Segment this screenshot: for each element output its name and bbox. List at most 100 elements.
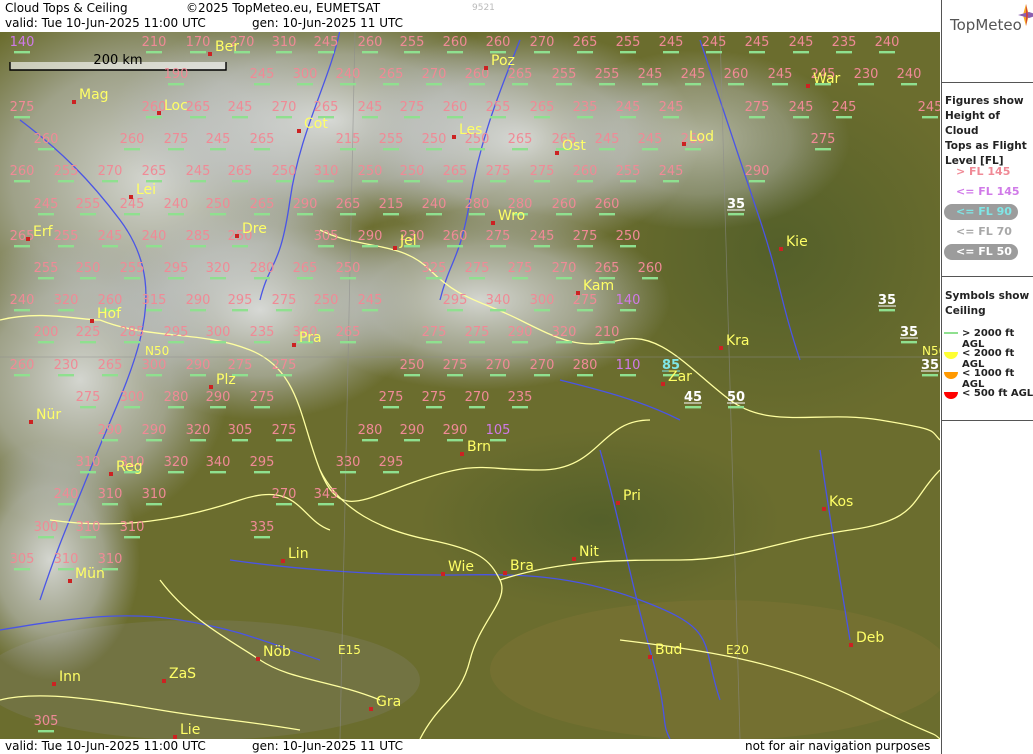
ceiling-symbol xyxy=(318,245,334,248)
ceiling-symbol xyxy=(340,471,356,474)
cloud-top-value: 240 xyxy=(336,67,361,82)
topmeteo-logo[interactable]: TopMeteo xyxy=(944,2,1033,34)
cloud-top-value: 275 xyxy=(228,358,253,373)
cloud-top-value: 320 xyxy=(54,293,79,308)
cloud-top-value: 260 xyxy=(486,35,511,50)
copyright: ©2025 TopMeteo.eu, EUMETSAT xyxy=(186,1,381,15)
cloud-top-value: 235 xyxy=(250,325,275,340)
cloud-top-value: 280 xyxy=(164,390,189,405)
ceiling-symbol xyxy=(38,277,54,280)
city-label: Les xyxy=(459,122,482,138)
ceiling-symbol xyxy=(362,309,378,312)
ceiling-symbol xyxy=(58,309,74,312)
gen-time: gen: 10-Jun-2025 11 UTC xyxy=(252,16,404,30)
cloud-top-value: 295 xyxy=(164,325,189,340)
ceiling-symbol xyxy=(469,277,485,280)
city-dot xyxy=(849,643,853,647)
ceiling-symbol xyxy=(447,309,463,312)
cloud-top-value: 260 xyxy=(573,164,598,179)
cloud-top-value: 245 xyxy=(638,132,663,147)
city-label: Nöb xyxy=(263,644,291,660)
ceiling-symbol xyxy=(14,51,30,54)
cloud-top-value: 290 xyxy=(186,358,211,373)
ceiling-symbol xyxy=(490,245,506,248)
cloud-top-value: 240 xyxy=(10,293,35,308)
graticule-label: N50 xyxy=(145,344,169,358)
ceiling-symbol xyxy=(685,83,701,86)
cloud-top-value: 240 xyxy=(422,197,447,212)
cloud-top-value: 280 xyxy=(573,358,598,373)
city-dot xyxy=(369,707,373,711)
cloud-top-value: 240 xyxy=(897,67,922,82)
ceiling-legend-item: < 2000 ft AGL xyxy=(962,348,1015,370)
ceiling-symbol xyxy=(38,341,54,344)
ceiling-symbol xyxy=(620,309,636,312)
cloud-top-value: 290 xyxy=(98,423,123,438)
cloud-top-value: 310 xyxy=(314,164,339,179)
ceiling-swatch xyxy=(944,372,958,379)
ceiling-symbol xyxy=(168,83,184,86)
cloud-top-value: 245 xyxy=(34,197,59,212)
cloud-top-value: 245 xyxy=(358,293,383,308)
ceiling-symbol xyxy=(318,51,334,54)
ceiling-symbol xyxy=(534,245,550,248)
city-dot xyxy=(256,657,260,661)
ceiling-symbol xyxy=(404,439,420,442)
city-label: Cot xyxy=(304,116,328,132)
cloud-top-value: 295 xyxy=(379,455,404,470)
cloud-top-value: 290 xyxy=(206,390,231,405)
ceiling-symbol xyxy=(340,341,356,344)
ceiling-symbol xyxy=(124,341,140,344)
ceiling-symbol xyxy=(232,309,248,312)
ceiling-symbol xyxy=(901,83,917,86)
ceiling-symbol xyxy=(447,439,463,442)
ceiling-symbol xyxy=(556,341,572,344)
cloud-top-value: 275 xyxy=(573,229,598,244)
fl-legend-item: <= FL 70 xyxy=(956,225,1012,238)
cloud-top-value: 265 xyxy=(228,164,253,179)
cloud-top-value: 250 xyxy=(616,229,641,244)
city-label: Reg xyxy=(116,459,143,475)
city-dot xyxy=(209,385,213,389)
city-label: Kie xyxy=(786,234,808,250)
ceiling-symbol xyxy=(254,83,270,86)
cloud-tops-map[interactable]: 200 km 140 210 170 270 310 245 260 255 260 260 270… xyxy=(0,32,940,739)
city-dot xyxy=(90,319,94,323)
cloud-top-value: 245 xyxy=(918,100,940,115)
ceiling-symbol xyxy=(512,341,528,344)
ceiling-symbol xyxy=(901,341,917,344)
city-label: Deb xyxy=(856,630,884,646)
cloud-top-value: 275 xyxy=(422,390,447,405)
ceiling-symbol xyxy=(599,83,615,86)
city-label: Zar xyxy=(668,369,692,385)
ceiling-symbol xyxy=(254,148,270,151)
ceiling-symbol xyxy=(793,116,809,119)
cloud-top-value: 260 xyxy=(443,229,468,244)
ceiling-symbol xyxy=(383,83,399,86)
cloud-top-value: 250 xyxy=(272,164,297,179)
ceiling-symbol xyxy=(642,83,658,86)
cloud-top-value: 265 xyxy=(186,100,211,115)
ceiling-symbol xyxy=(146,374,162,377)
ceiling-symbol xyxy=(146,309,162,312)
cloud-top-value: 110 xyxy=(616,358,641,373)
ceiling-symbol xyxy=(620,116,636,119)
cloud-top-value: 255 xyxy=(616,35,641,50)
symbols-title-line: Symbols show xyxy=(945,290,1030,302)
scale-label: 200 km xyxy=(93,53,142,68)
cloud-top-value: 215 xyxy=(379,197,404,212)
ceiling-symbol xyxy=(728,406,744,409)
cloud-top-value: 265 xyxy=(379,67,404,82)
cloud-top-value: 285 xyxy=(120,325,145,340)
ceiling-symbol xyxy=(426,277,442,280)
valid-time: valid: Tue 10-Jun-2025 11:00 UTC xyxy=(5,16,206,30)
ceiling-symbol xyxy=(447,180,463,183)
cloud-top-value: 295 xyxy=(164,261,189,276)
cloud-top-value: 250 xyxy=(358,164,383,179)
ceiling-symbol xyxy=(168,277,184,280)
city-label: Nür xyxy=(36,407,61,423)
city-dot xyxy=(292,343,296,347)
ceiling-swatch xyxy=(944,352,958,359)
ceiling-symbol xyxy=(534,116,550,119)
ceiling-symbol xyxy=(577,309,593,312)
